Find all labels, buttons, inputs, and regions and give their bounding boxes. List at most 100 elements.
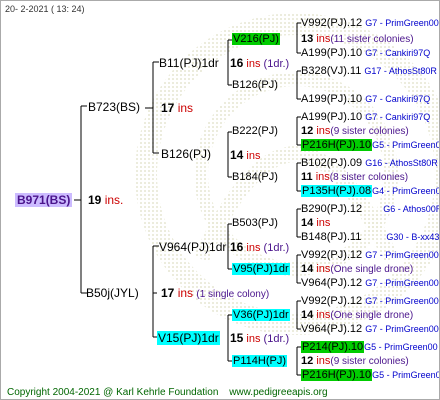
gen4-name: B290(PJ).12 [301,203,363,215]
gen1-note: (1 single colony) [196,289,270,300]
gen2-note: (1dr.) [263,333,290,345]
gen4-node-9[interactable]: B148(PJ).11 G30 - B-xx43 [301,231,439,244]
gen4-node-12[interactable]: V992(PJ).12 G7 - PrimGreen00 [301,295,439,308]
gen4-info: G6 - Athos00R [383,204,440,214]
gen4-name: P135H(PJ).08 [301,185,373,197]
gen3-ins-7: 12 ins(9 sister colonies) [301,355,409,368]
gen3-name: V36(PJ)1dr [232,309,290,321]
gen3-ins-label: ins [315,171,330,183]
copyright-text: Copyright 2004-2021 @ Karl Kehrle Founda… [7,387,219,398]
gen3-node-7[interactable]: P114H(PJ) [232,355,287,368]
gen3-note: (One single drone) [330,310,414,321]
gen1-name: B723(BS) [88,100,141,114]
gen4-info: G4 - PrimGreen00 [372,186,440,196]
gen2-note: (1dr.) [263,58,290,70]
gen3-note: (9 sister colonies) [330,126,409,137]
gen3-ins-label: ins [316,355,331,367]
gen4-name: A199(PJ).10 [301,47,363,59]
pedigree-chart: 20- 2-2021 ( 13: 24) B971(BS) 19 ins. B7… [0,0,440,400]
gen4-info: G7 - PrimGreen00 [365,18,439,28]
gen2-name: V15(PJ)1dr [157,331,220,345]
gen4-node-5[interactable]: P216H(PJ).10G5 - PrimGreen00 [301,139,439,152]
gen4-node-4[interactable]: A199(PJ).10 G7 - Cankiri97Q [301,111,430,124]
gen2-ins-count: 16 [230,240,244,254]
gen3-note: (9 sister colonies) [330,356,409,367]
gen4-info: G7 - PrimGreen00 [365,278,439,288]
gen4-name: B102(PJ).09 [301,157,363,169]
gen4-name: V992(PJ).12 [301,295,363,307]
gen3-node-6[interactable]: V36(PJ)1dr [232,309,290,322]
gen3-ins-count: 12 [301,355,314,367]
gen3-ins-count: 11 [301,171,313,183]
gen4-node-11[interactable]: V964(PJ).12 G7 - PrimGreen00 [301,277,439,290]
gen4-node-2[interactable]: B328(VJ).11 G17 - AthosSt80R [301,65,437,78]
gen1-ins-label: ins [177,286,194,300]
gen3-ins-count: 14 [301,217,314,229]
gen2-note: (1dr.) [263,242,290,254]
gen2-name: B11(PJ)1dr [159,56,219,70]
gen1-ins-0: 17 ins [161,101,193,115]
gen3-node-4[interactable]: B503(PJ) [232,217,278,230]
gen4-name: V992(PJ).12 [301,17,363,29]
gen3-node-2[interactable]: B222(PJ) [232,125,278,138]
gen1-ins-1: 17 ins (1 single colony) [161,286,269,302]
gen3-node-0[interactable]: V216(PJ) [232,33,280,46]
gen2-node-0[interactable]: B11(PJ)1dr [159,56,219,71]
root-ins: 19 ins. [88,193,123,207]
gen2-node-2[interactable]: V964(PJ)1dr [159,240,226,255]
gen2-ins-1: 14 ins [230,148,260,163]
gen3-ins-label: ins [316,263,331,275]
gen4-node-6[interactable]: B102(PJ).09 G16 - AthosSt80R [301,157,438,170]
gen2-name: B126(PJ) [161,147,212,161]
gen4-info: G5 - PrimGreen00 [364,342,438,352]
gen3-ins-count: 13 [301,33,314,45]
gen4-name: A199(PJ).10 [301,111,363,123]
gen4-name: B328(VJ).11 [301,65,362,77]
gen2-ins-count: 15 [230,331,244,345]
gen2-ins-label: ins [246,58,261,70]
gen1-ins-count: 17 [161,286,175,300]
gen4-node-14[interactable]: P214(PJ).10G5 - PrimGreen00 [301,341,438,354]
gen4-node-3[interactable]: A199(PJ).10 G7 - Cankiri97Q [301,93,430,106]
gen4-node-13[interactable]: V964(PJ).12 G7 - PrimGreen00 [301,323,439,336]
gen3-name: P114H(PJ) [232,355,287,367]
gen3-name: B222(PJ) [232,125,278,137]
gen4-node-0[interactable]: V992(PJ).12 G7 - PrimGreen00 [301,17,439,30]
gen4-name: B148(PJ).11 [301,231,362,243]
gen3-ins-label: ins [316,309,331,321]
gen2-ins-label: ins [246,333,261,345]
gen1-ins-label: ins [177,101,194,115]
gen4-name: V992(PJ).12 [301,249,363,261]
gen4-name: P214(PJ).10 [301,341,365,353]
footer: Copyright 2004-2021 @ Karl Kehrle Founda… [7,387,328,399]
gen4-node-7[interactable]: P135H(PJ).08G4 - PrimGreen00 [301,185,440,198]
gen3-node-5[interactable]: V95(PJ)1dr [232,263,290,276]
website-link[interactable]: www.pedigreeapis.org [221,387,327,398]
gen4-name: P216H(PJ).10 [301,139,373,151]
gen3-ins-3: 11 ins(8 sister colonies) [301,171,408,184]
gen3-node-1[interactable]: B126(PJ) [232,79,278,92]
gen4-info: G7 - PrimGreen00 [365,296,439,306]
gen4-info: G7 - PrimGreen00 [365,250,439,260]
root-node[interactable]: B971(BS) [15,193,73,207]
gen4-info: G7 - Cankiri97Q [365,112,431,122]
gen2-ins-count: 16 [230,56,244,70]
gen1-name: B50j(JYL) [86,286,139,300]
gen4-node-10[interactable]: V992(PJ).12 G7 - PrimGreen00 [301,249,439,262]
gen4-node-8[interactable]: B290(PJ).12 G6 - Athos00R [301,203,440,216]
gen3-name: V216(PJ) [232,33,280,45]
gen2-node-3[interactable]: V15(PJ)1dr [157,331,220,346]
gen3-ins-label: ins [316,33,331,45]
gen2-ins-3: 15 ins (1dr.) [230,331,289,346]
gen3-ins-4: 14 ins [301,217,330,230]
gen4-node-1[interactable]: A199(PJ).10 G7 - Cankiri97Q [301,47,430,60]
gen2-node-1[interactable]: B126(PJ) [161,147,211,162]
gen4-node-15[interactable]: P216H(PJ).10G5 - PrimGreen00 [301,369,440,382]
gen1-node-1[interactable]: B50j(JYL) [86,286,139,300]
gen1-node-0[interactable]: B723(BS) [88,100,140,114]
gen3-node-3[interactable]: B184(PJ) [232,171,278,184]
gen4-name: A199(PJ).10 [301,93,363,105]
gen3-note: (One single drone) [330,264,414,275]
gen4-info: G5 - PrimGreen00 [372,370,440,380]
gen4-info: G7 - Cankiri97Q [365,94,431,104]
